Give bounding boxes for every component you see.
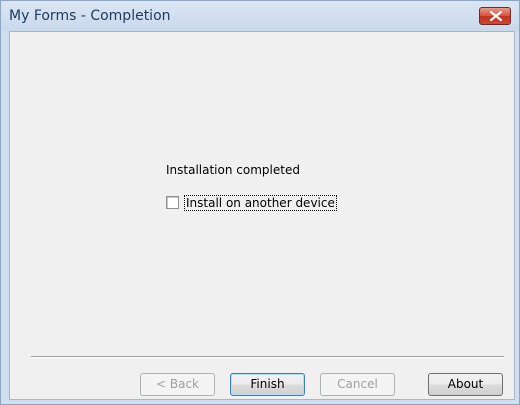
- button-separator: [31, 356, 504, 358]
- close-icon: [490, 11, 502, 21]
- finish-button[interactable]: Finish: [230, 373, 305, 396]
- window-title: My Forms - Completion: [9, 8, 171, 24]
- close-button[interactable]: [479, 7, 511, 25]
- title-bar[interactable]: My Forms - Completion: [1, 1, 519, 31]
- dialog-body: Installation completed Install on anothe…: [9, 31, 515, 400]
- install-another-device-checkbox[interactable]: [166, 196, 179, 209]
- cancel-button[interactable]: Cancel: [320, 373, 395, 396]
- back-button[interactable]: < Back: [140, 373, 215, 396]
- install-another-device-label[interactable]: Install on another device: [184, 195, 337, 211]
- dialog-window: My Forms - Completion Installation compl…: [0, 0, 520, 405]
- about-button[interactable]: About: [428, 373, 503, 396]
- completion-message: Installation completed: [166, 163, 300, 177]
